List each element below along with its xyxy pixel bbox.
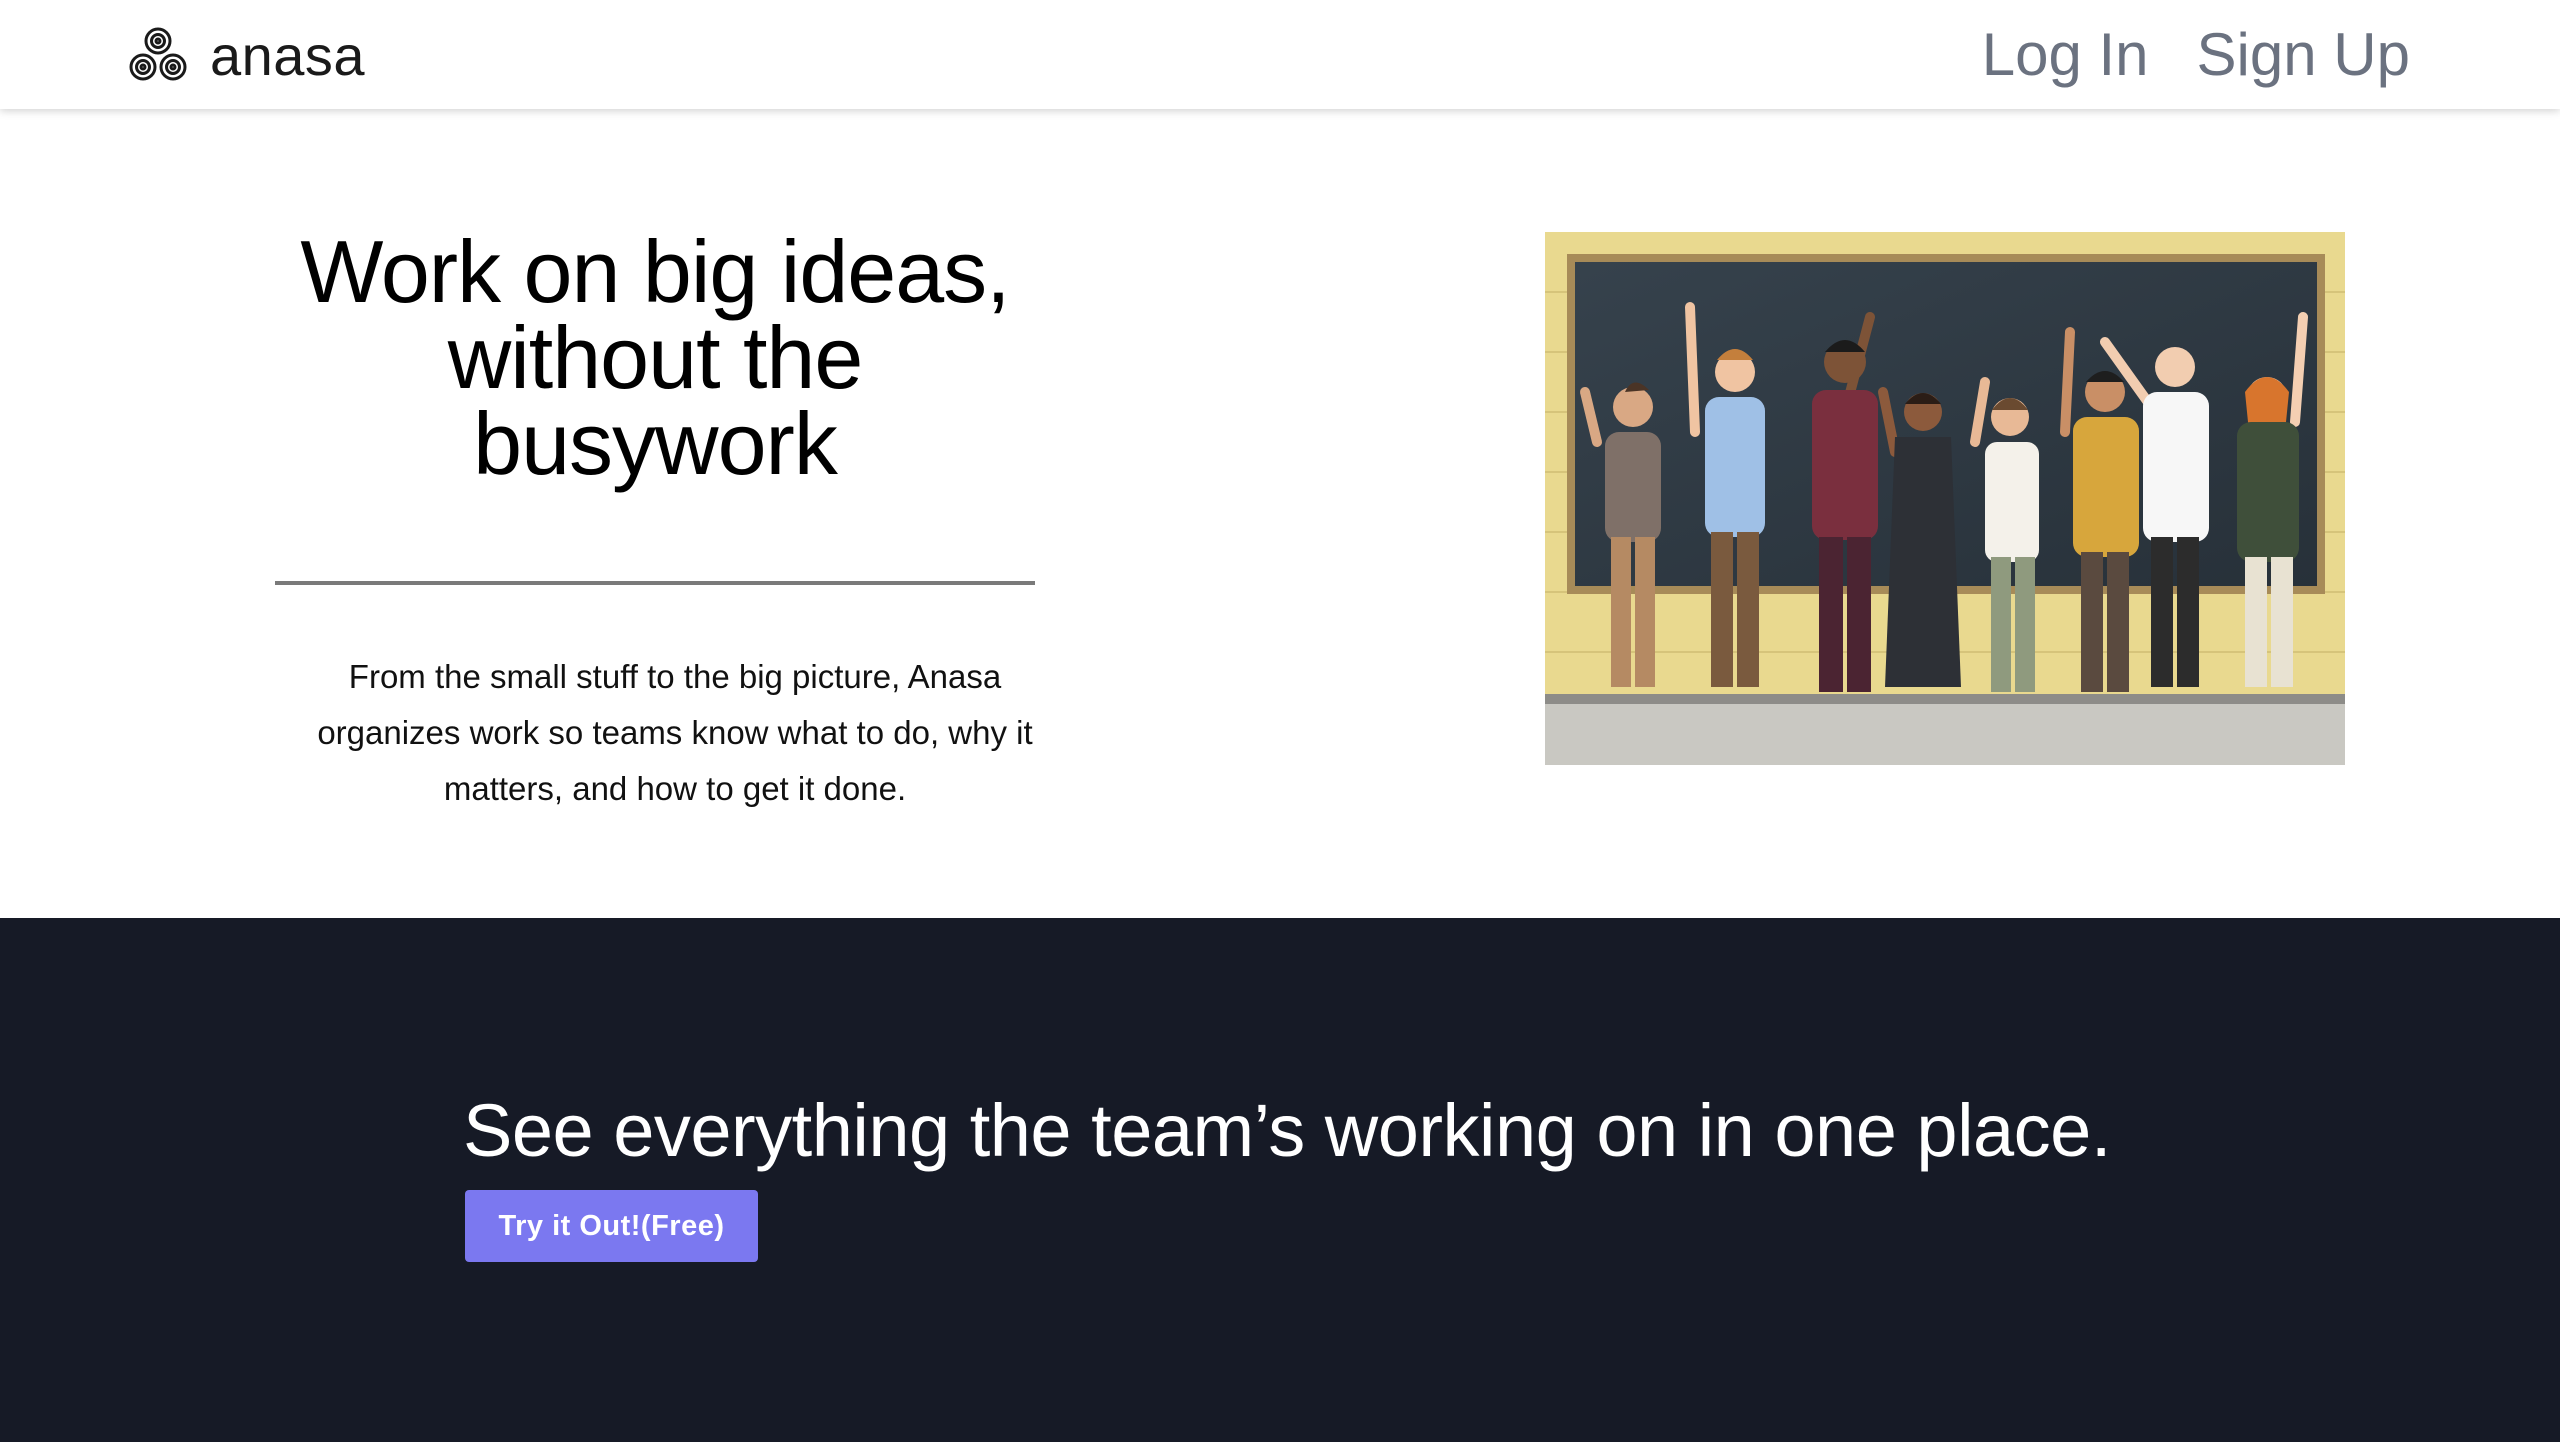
triple-spiral-logo-icon xyxy=(129,27,187,81)
login-link[interactable]: Log In xyxy=(1982,20,2149,89)
hero-section: Work on big ideas, without the busywork … xyxy=(0,109,2560,918)
try-it-out-button[interactable]: Try it Out!(Free) xyxy=(465,1190,758,1262)
hero-description: From the small stuff to the big picture,… xyxy=(317,658,1033,807)
cta-section: See everything the team’s working on in … xyxy=(0,918,2560,1442)
hero-divider xyxy=(275,581,1035,585)
brand-name: anasa xyxy=(210,23,366,87)
hero-image xyxy=(1545,232,2345,765)
signup-link[interactable]: Sign Up xyxy=(2197,20,2410,89)
brand-home-link[interactable]: anasa xyxy=(128,20,365,90)
site-header: anasa Log In Sign Up xyxy=(0,0,2560,109)
cta-heading: See everything the team’s working on in … xyxy=(463,1089,2111,1172)
hero-title: Work on big ideas, without the busywork xyxy=(300,222,1010,493)
top-nav: Log In Sign Up xyxy=(1934,18,2410,90)
team-photo-illustration xyxy=(1545,232,2345,765)
